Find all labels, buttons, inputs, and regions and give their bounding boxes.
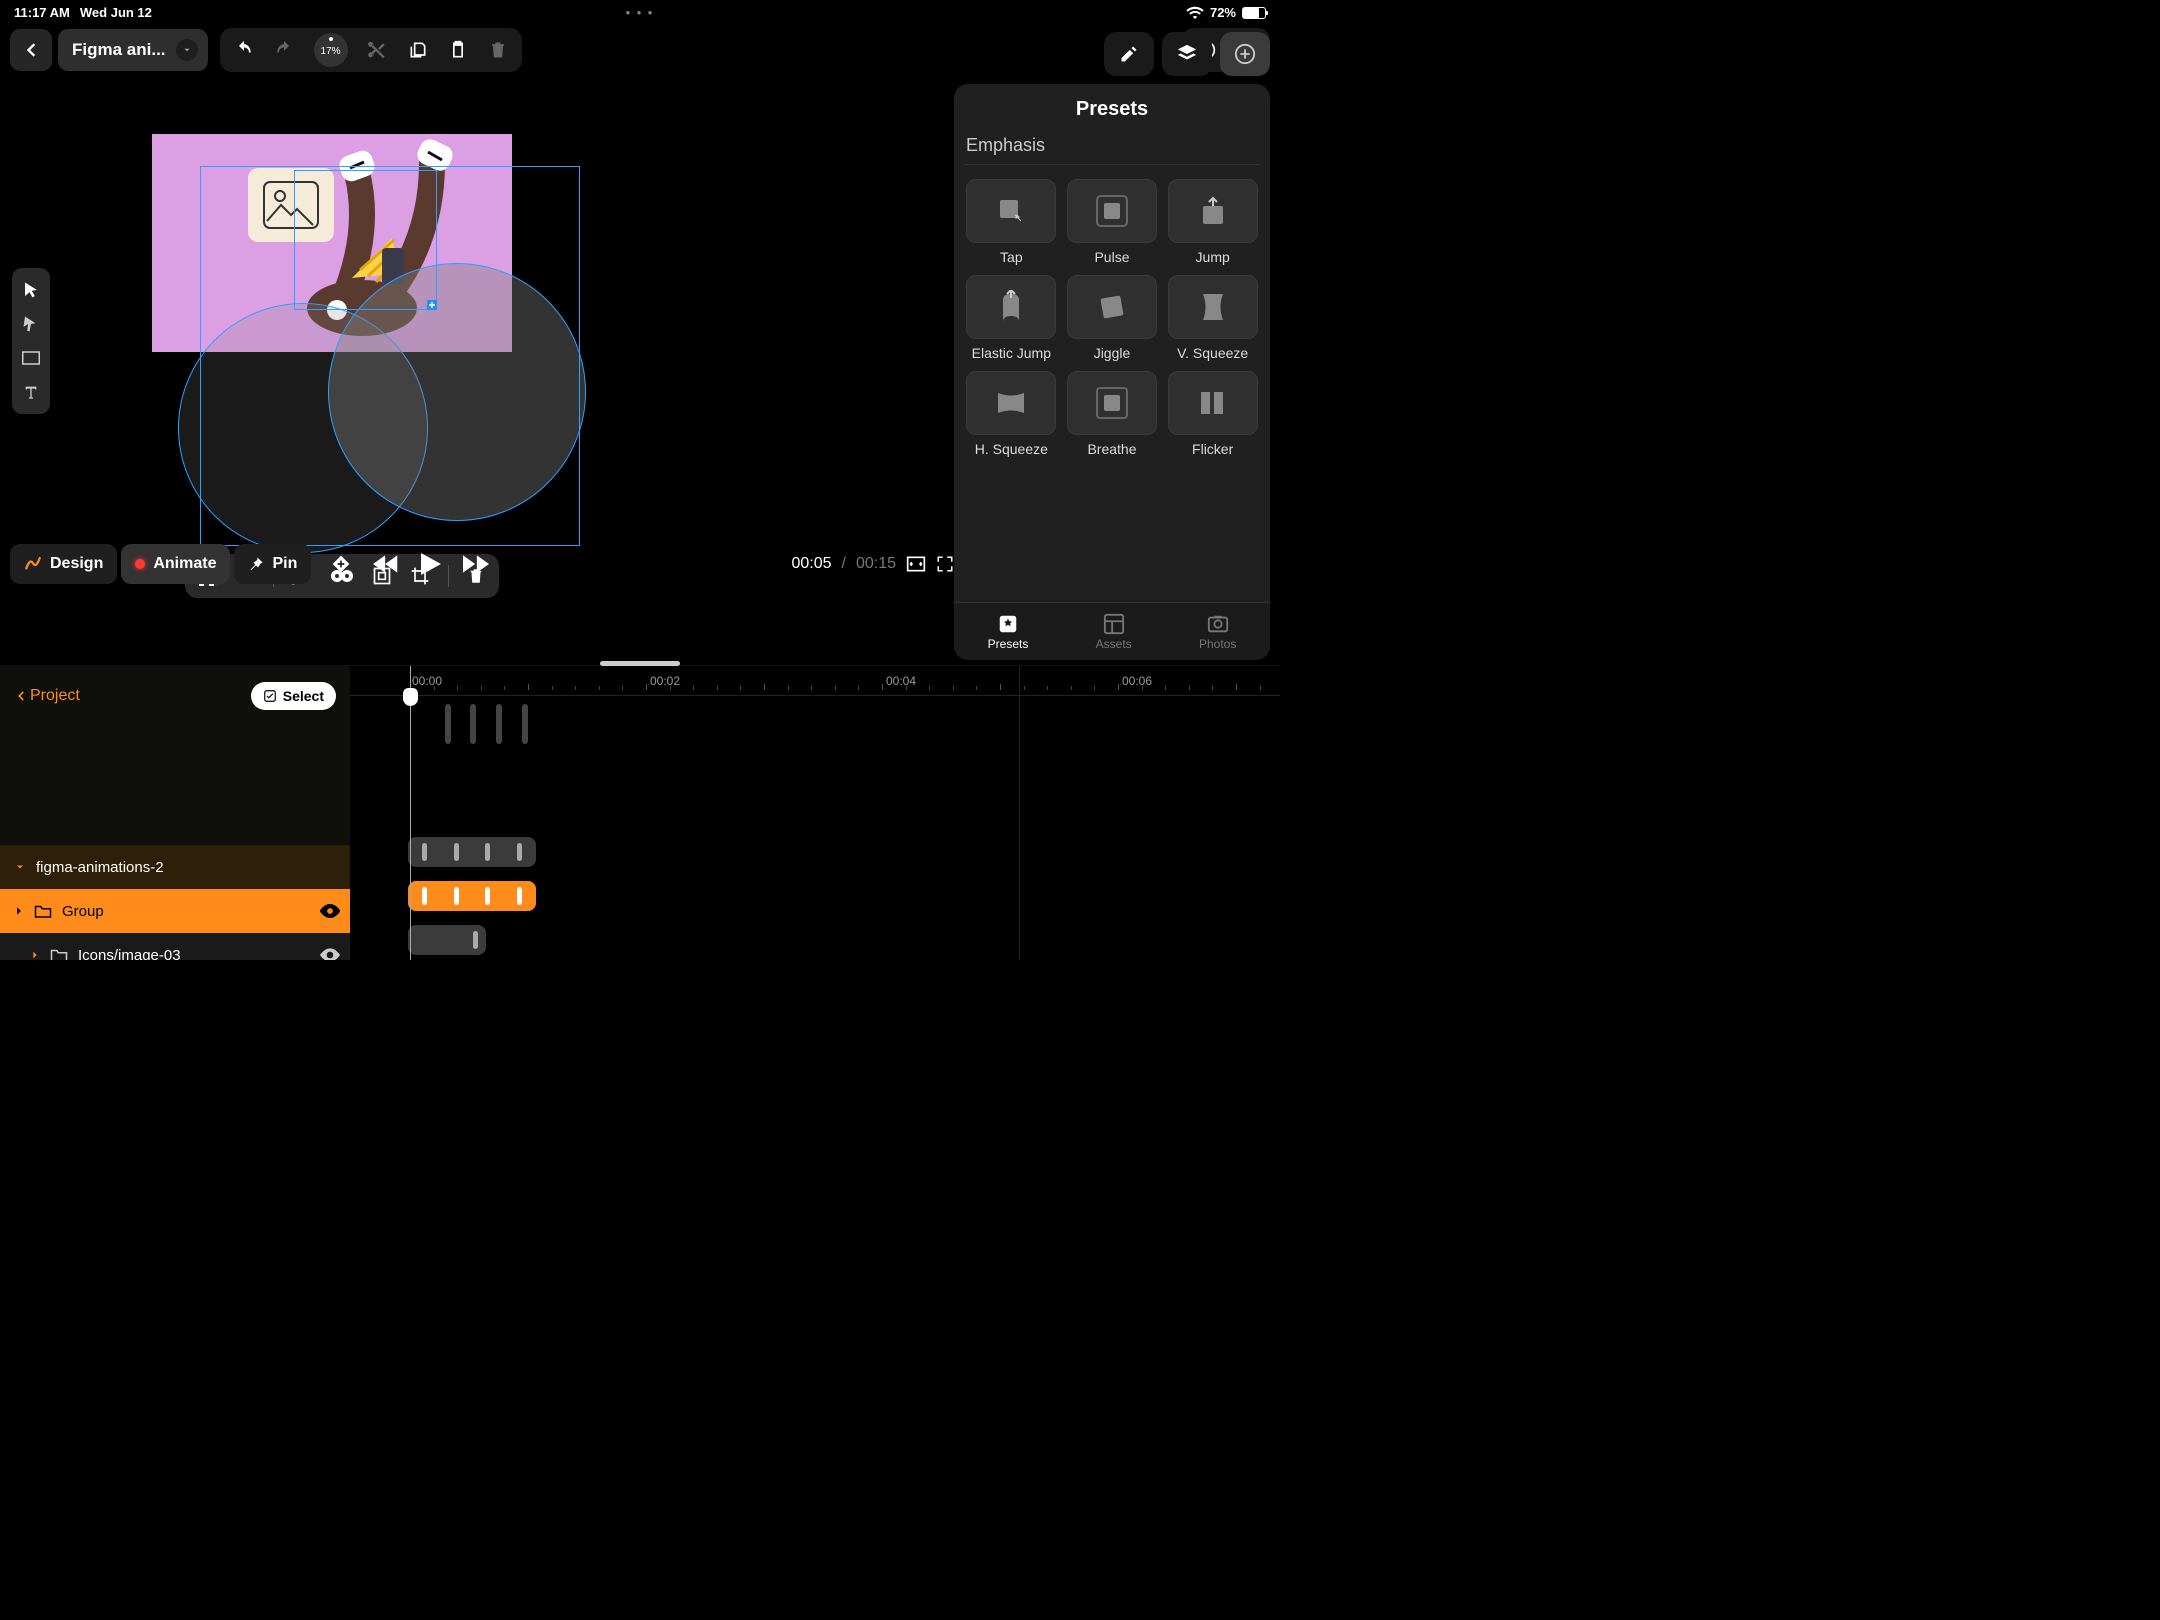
play-button[interactable] [421, 553, 441, 575]
panel-section: Emphasis [964, 135, 1260, 165]
status-time: 11:17 AM [14, 5, 70, 20]
time-total: 00:15 [856, 555, 896, 573]
magic-button[interactable] [1104, 32, 1154, 76]
panel-tabs: Presets Assets Photos [954, 602, 1270, 660]
preset-breathe[interactable]: Breathe [1067, 371, 1158, 457]
forward-button[interactable] [463, 554, 489, 574]
direct-select-tool[interactable] [19, 312, 43, 336]
tab-design[interactable]: Design [10, 544, 117, 584]
playbar: Design Animate Pin 00:05 / 00:15 [10, 540, 954, 588]
layer-root-name: figma-animations-2 [36, 859, 164, 876]
timeline-ghost-row [350, 696, 1280, 766]
cut-button[interactable] [368, 40, 388, 60]
bottom-pane: Project Select figma-animations-2 Group [0, 665, 1280, 960]
layer-item-image[interactable]: Icons/image-03 [0, 933, 350, 960]
preset-pulse[interactable]: Pulse [1067, 179, 1158, 265]
timeline-row-group[interactable] [350, 874, 1280, 918]
rewind-button[interactable] [373, 554, 399, 574]
status-date: Wed Jun 12 [80, 5, 152, 20]
add-keyframe-button[interactable] [331, 554, 351, 574]
visibility-toggle[interactable] [320, 948, 340, 960]
project-title[interactable]: Figma ani... [58, 29, 208, 71]
fit-width-icon[interactable] [906, 555, 926, 573]
title-chevron-icon[interactable] [176, 39, 198, 61]
preset-grid: Tap Pulse Jump Elastic Jump Jiggle V. Sq… [964, 179, 1260, 457]
redo-button[interactable] [274, 40, 294, 60]
edit-actions-group: 17% [220, 28, 522, 72]
preset-h-squeeze[interactable]: H. Squeeze [966, 371, 1057, 457]
layer-name: Icons/image-03 [78, 947, 181, 961]
paste-button[interactable] [448, 40, 468, 60]
time-current: 00:05 [791, 555, 831, 573]
copy-button[interactable] [408, 40, 428, 60]
battery-pct: 72% [1210, 5, 1236, 20]
select-tool[interactable] [19, 278, 43, 302]
fullscreen-icon[interactable] [936, 555, 954, 573]
ruler-label: 00:04 [886, 674, 916, 688]
tab-animate[interactable]: Animate [121, 544, 230, 584]
preset-tap[interactable]: Tap [966, 179, 1057, 265]
visibility-toggle[interactable] [320, 904, 340, 918]
right-panel: Presets Emphasis Tap Pulse Jump Elastic … [954, 30, 1270, 660]
preset-v-squeeze[interactable]: V. Squeeze [1167, 275, 1258, 361]
project-back-link[interactable]: Project [14, 687, 80, 705]
layer-name: Group [62, 903, 104, 920]
wifi-icon [1186, 6, 1204, 19]
zoom-value: 17% [321, 47, 341, 57]
preset-jump[interactable]: Jump [1167, 179, 1258, 265]
nested-selection-bounds[interactable] [294, 170, 437, 310]
layer-list: figma-animations-2 Group Icons/image-03 [0, 845, 350, 960]
ruler-label: 00:02 [650, 674, 680, 688]
panel-title: Presets [964, 98, 1260, 121]
tab-assets[interactable]: Assets [1096, 613, 1132, 651]
timeline-ruler[interactable]: 00:00 00:02 00:04 00:06 [350, 666, 1280, 696]
preset-elastic-jump[interactable]: Elastic Jump [966, 275, 1057, 361]
zoom-level[interactable]: 17% [314, 33, 348, 67]
add-button[interactable] [1220, 32, 1270, 76]
tab-presets[interactable]: Presets [988, 613, 1029, 651]
timeline-row-root[interactable] [350, 830, 1280, 874]
layer-column: Project Select figma-animations-2 Group [0, 666, 350, 960]
preset-jiggle[interactable]: Jiggle [1067, 275, 1158, 361]
preset-flicker[interactable]: Flicker [1167, 371, 1258, 457]
pin-button[interactable]: Pin [234, 544, 311, 584]
select-mode-button[interactable]: Select [251, 682, 336, 710]
ipad-statusbar: 11:17 AM Wed Jun 12 ● ● ● 72% [0, 0, 1280, 22]
undo-button[interactable] [234, 40, 254, 60]
multitask-indicator[interactable]: ● ● ● [626, 8, 655, 17]
tool-palette [12, 268, 50, 414]
rectangle-tool[interactable] [19, 346, 43, 370]
text-tool[interactable] [19, 380, 43, 404]
ruler-label: 00:06 [1122, 674, 1152, 688]
timeline[interactable]: 00:00 00:02 00:04 00:06 // draw ticks (f… [350, 666, 1280, 960]
playhead[interactable] [410, 666, 411, 960]
battery-icon [1242, 7, 1266, 19]
layer-root[interactable]: figma-animations-2 [0, 845, 350, 889]
back-button[interactable] [10, 29, 52, 71]
timeline-row-image[interactable] [350, 918, 1280, 960]
layer-item-group[interactable]: Group [0, 889, 350, 933]
delete-button[interactable] [488, 40, 508, 60]
ruler-label: 00:00 [412, 674, 442, 688]
layers-button[interactable] [1162, 32, 1212, 76]
tab-photos[interactable]: Photos [1199, 613, 1236, 651]
project-title-text: Figma ani... [72, 40, 166, 60]
